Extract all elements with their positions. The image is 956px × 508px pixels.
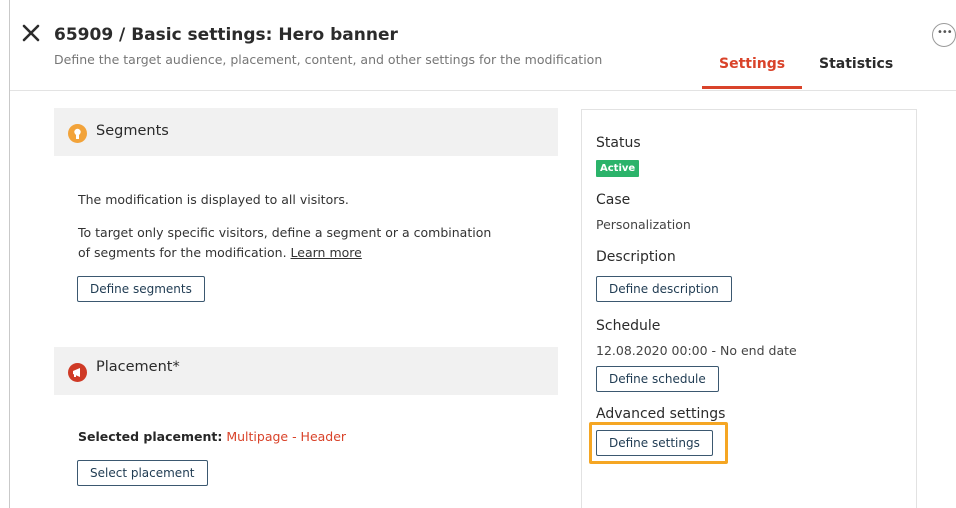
header-divider [10,90,956,91]
learn-more-link[interactable]: Learn more [291,245,362,260]
page-subtitle: Define the target audience, placement, c… [54,52,603,67]
status-badge: Active [596,160,640,177]
more-options-button[interactable]: ••• [932,23,956,47]
status-label: Status [596,135,641,151]
case-label: Case [596,192,631,208]
modal: 65909 / Basic settings: Hero banner Defi… [0,0,956,508]
selected-placement-value: Multipage - Header [226,429,347,444]
define-settings-button[interactable]: Define settings [596,430,713,456]
close-button[interactable] [20,22,42,44]
segments-hint-line1: To target only specific visitors, define… [78,225,492,240]
page-title: 65909 / Basic settings: Hero banner [54,25,398,45]
placement-title: Placement* [96,359,180,375]
define-segments-button[interactable]: Define segments [77,276,205,302]
schedule-label: Schedule [596,318,661,334]
placement-header: Placement* [54,347,558,395]
more-options-icon: ••• [937,27,953,38]
left-border [9,0,10,508]
segments-hint-text: of segments for the modification. [78,245,287,260]
tab-statistics[interactable]: Statistics [819,56,893,72]
segments-hint-line2: of segments for the modification. Learn … [78,245,362,260]
define-description-button[interactable]: Define description [596,276,732,302]
active-tab-indicator [702,86,802,89]
tab-settings[interactable]: Settings [719,56,785,72]
description-label: Description [596,249,676,265]
selected-placement-label: Selected placement: [78,429,223,444]
advanced-settings-label: Advanced settings [596,406,726,422]
select-placement-button[interactable]: Select placement [77,460,208,486]
segments-icon [68,124,87,143]
close-icon [22,24,40,42]
selected-placement: Selected placement: Multipage - Header [78,429,346,444]
segments-title: Segments [96,123,169,139]
define-schedule-button[interactable]: Define schedule [596,366,719,392]
placement-icon [68,363,87,382]
schedule-value: 12.08.2020 00:00 - No end date [596,343,797,358]
case-value: Personalization [596,217,691,232]
segments-description: The modification is displayed to all vis… [78,192,349,207]
segments-header: Segments [54,108,558,156]
